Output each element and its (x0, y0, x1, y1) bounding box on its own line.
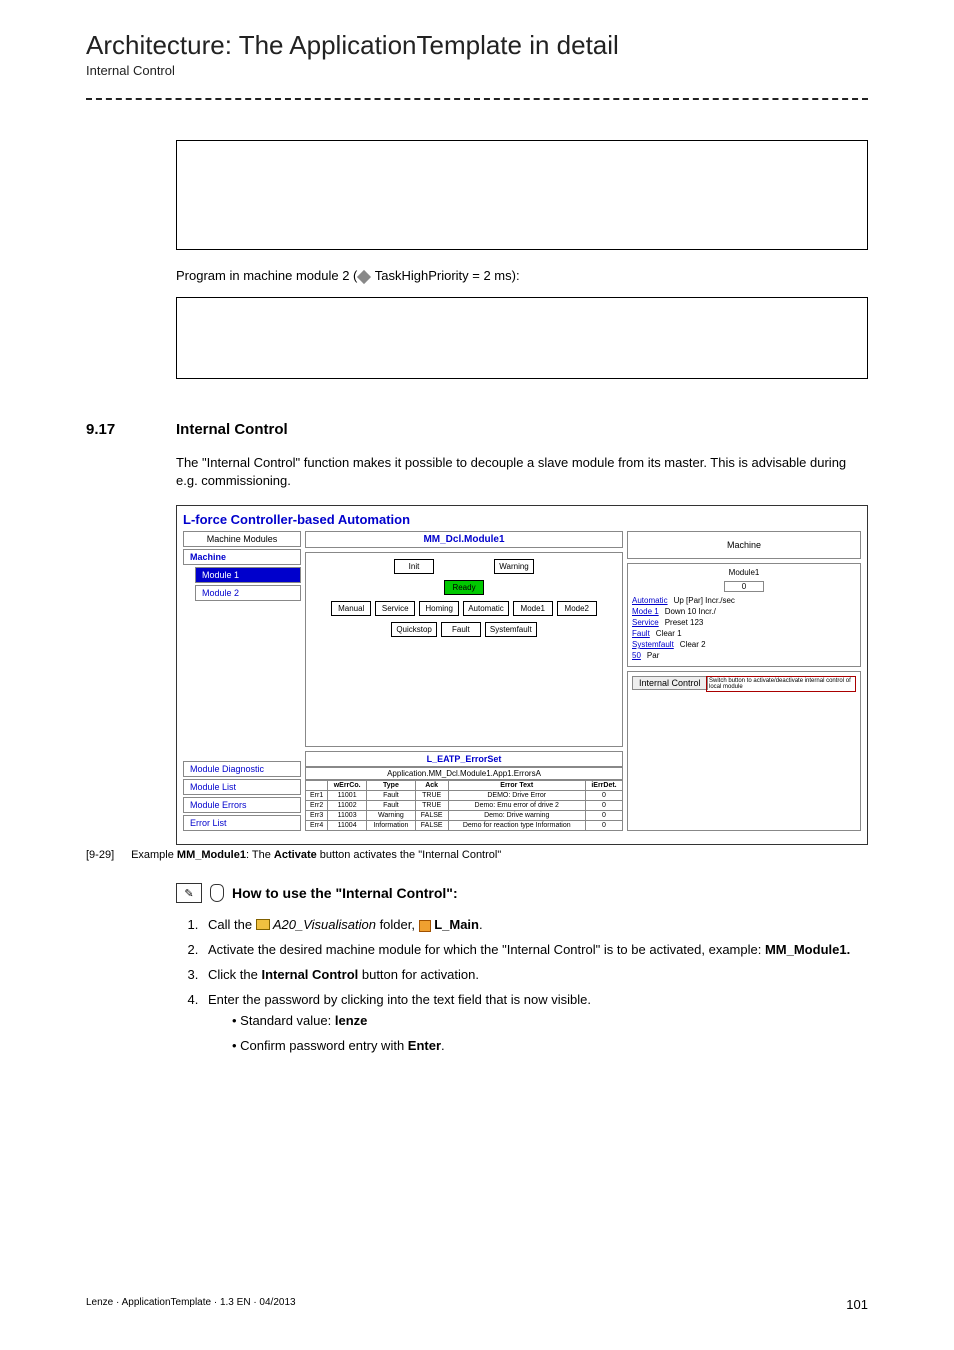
ui-right-panel: Machine Module1 0 Automatic Up [Par] Incr… (627, 531, 861, 831)
program-line: Program in machine module 2 ( TaskHighPr… (176, 268, 868, 283)
section-number: 9.17 (86, 421, 176, 438)
code-box-1 (176, 140, 868, 250)
btn-module-list[interactable]: Module List (183, 779, 301, 795)
error-table: wErrCo. Type Ack Error Text iErrDet. Err… (305, 780, 623, 831)
state-manual[interactable]: Manual (331, 601, 371, 616)
footer: Lenze · ApplicationTemplate · 1.3 EN · 0… (86, 1297, 868, 1312)
steps-list: Call the A20_Visualisation folder, L_Mai… (202, 917, 868, 1053)
link-fault[interactable]: Fault (632, 629, 650, 638)
tree-module1[interactable]: Module 1 (195, 567, 301, 583)
label-preset: Preset 123 (665, 618, 704, 627)
step-1: Call the A20_Visualisation folder, L_Mai… (202, 917, 868, 932)
state-warning[interactable]: Warning (494, 559, 534, 574)
state-mode1[interactable]: Mode1 (513, 601, 553, 616)
page-number: 101 (846, 1297, 868, 1312)
right-module-box: Module1 0 Automatic Up [Par] Incr./sec Mo… (627, 563, 861, 667)
label-up: Up [Par] Incr./sec (674, 596, 735, 605)
btn-module-errors[interactable]: Module Errors (183, 797, 301, 813)
label-par: Par (647, 651, 659, 660)
step-4: Enter the password by clicking into the … (202, 992, 868, 1053)
page-subtitle: Internal Control (86, 63, 868, 78)
state-fault[interactable]: Fault (441, 622, 481, 637)
label-down: Down 10 Incr./ (665, 607, 716, 616)
figure-caption: [9-29] Example MM_Module1: The Activate … (86, 849, 868, 861)
caption-prefix: Example (131, 849, 177, 861)
step2-module: MM_Module1. (765, 942, 850, 957)
internal-control-panel: Internal Control Switch button to activa… (627, 671, 861, 831)
error-section: L_EATP_ErrorSet Application.MM_Dcl.Modul… (305, 751, 623, 831)
right-module1-label: Module1 (729, 568, 760, 577)
caption-num: [9-29] (86, 849, 128, 861)
state-area: Init Warning Ready Manual Service Homing… (305, 552, 623, 747)
label-clear2: Clear 2 (680, 640, 706, 649)
ui-app-title: L-force Controller-based Automation (183, 512, 861, 527)
state-systemfault[interactable]: Systemfault (485, 622, 537, 637)
tree-machine[interactable]: Machine (183, 549, 301, 565)
caption-suffix: button activates the "Internal Control" (317, 849, 502, 861)
link-service[interactable]: Service (632, 618, 659, 627)
col-ack: Ack (415, 781, 448, 791)
switch-note: Switch button to activate/deactivate int… (706, 676, 856, 692)
footer-left: Lenze · ApplicationTemplate · 1.3 EN · 0… (86, 1297, 296, 1312)
page-title: Architecture: The ApplicationTemplate in… (86, 30, 868, 61)
state-automatic[interactable]: Automatic (463, 601, 509, 616)
caption-bold2: Activate (274, 849, 317, 861)
step1-folder: A20_Visualisation (270, 917, 376, 932)
program-prefix: Program in machine module 2 ( (176, 268, 357, 283)
state-service[interactable]: Service (375, 601, 415, 616)
code-box-2 (176, 297, 868, 379)
col-errdet: iErrDet. (586, 781, 623, 791)
state-init[interactable]: Init (394, 559, 434, 574)
link-systemfault[interactable]: Systemfault (632, 640, 674, 649)
state-mode2[interactable]: Mode2 (557, 601, 597, 616)
center-header: MM_Dcl.Module1 (305, 531, 623, 548)
step1-main: L_Main (431, 917, 479, 932)
pencil-icon: ✎ (176, 883, 202, 903)
program-suffix: TaskHighPriority = 2 ms): (371, 268, 519, 283)
link-50[interactable]: 50 (632, 651, 641, 660)
table-row: Err4 11004 Information FALSE Demo for re… (306, 821, 623, 831)
section-title: Internal Control (176, 421, 288, 438)
right-module1-val: 0 (724, 581, 764, 592)
step4-sub1: Standard value: lenze (226, 1013, 868, 1028)
table-row: Err3 11003 Warning FALSE Demo: Drive war… (306, 811, 623, 821)
btn-module-diagnostic[interactable]: Module Diagnostic (183, 761, 301, 777)
btn-error-list[interactable]: Error List (183, 815, 301, 831)
step4-sub2: Confirm password entry with Enter. (226, 1038, 868, 1053)
step3-button: Internal Control (261, 967, 358, 982)
state-quickstop[interactable]: Quickstop (391, 622, 437, 637)
col-type: Type (367, 781, 416, 791)
label-clear1: Clear 1 (656, 629, 682, 638)
doc-icon (419, 920, 431, 932)
col-row (306, 781, 328, 791)
error-header: L_EATP_ErrorSet (305, 751, 623, 767)
mouse-icon (210, 884, 224, 902)
ui-screenshot: L-force Controller-based Automation Mach… (176, 505, 868, 845)
right-machine-box: Machine (627, 531, 861, 559)
howto-title: How to use the "Internal Control": (232, 885, 458, 901)
error-subheader: Application.MM_Dcl.Module1.App1.ErrorsA (305, 767, 623, 780)
link-automatic[interactable]: Automatic (632, 596, 668, 605)
tree-module2[interactable]: Module 2 (195, 585, 301, 601)
state-homing[interactable]: Homing (419, 601, 459, 616)
ui-left-panel: Machine Modules Machine Module 1 Module … (183, 531, 301, 831)
folder-icon (256, 919, 270, 930)
step-3: Click the Internal Control button for ac… (202, 967, 868, 982)
caption-bold1: MM_Module1 (177, 849, 246, 861)
intro-text: The "Internal Control" function makes it… (176, 454, 868, 489)
caption-mid: : The (246, 849, 274, 861)
col-werrco: wErrCo. (328, 781, 367, 791)
divider (86, 98, 868, 100)
diamond-icon (357, 269, 371, 283)
state-ready[interactable]: Ready (444, 580, 484, 595)
left-header: Machine Modules (183, 531, 301, 547)
howto-row: ✎ How to use the "Internal Control": (176, 883, 868, 903)
col-errtext: Error Text (448, 781, 586, 791)
step-2: Activate the desired machine module for … (202, 942, 868, 957)
table-row: Err1 11001 Fault TRUE DEMO: Drive Error … (306, 791, 623, 801)
internal-control-button[interactable]: Internal Control (632, 676, 708, 690)
ui-center-panel: MM_Dcl.Module1 Init Warning Ready Manual… (305, 531, 623, 831)
table-row: Err2 11002 Fault TRUE Demo: Emu error of… (306, 801, 623, 811)
link-mode1[interactable]: Mode 1 (632, 607, 659, 616)
